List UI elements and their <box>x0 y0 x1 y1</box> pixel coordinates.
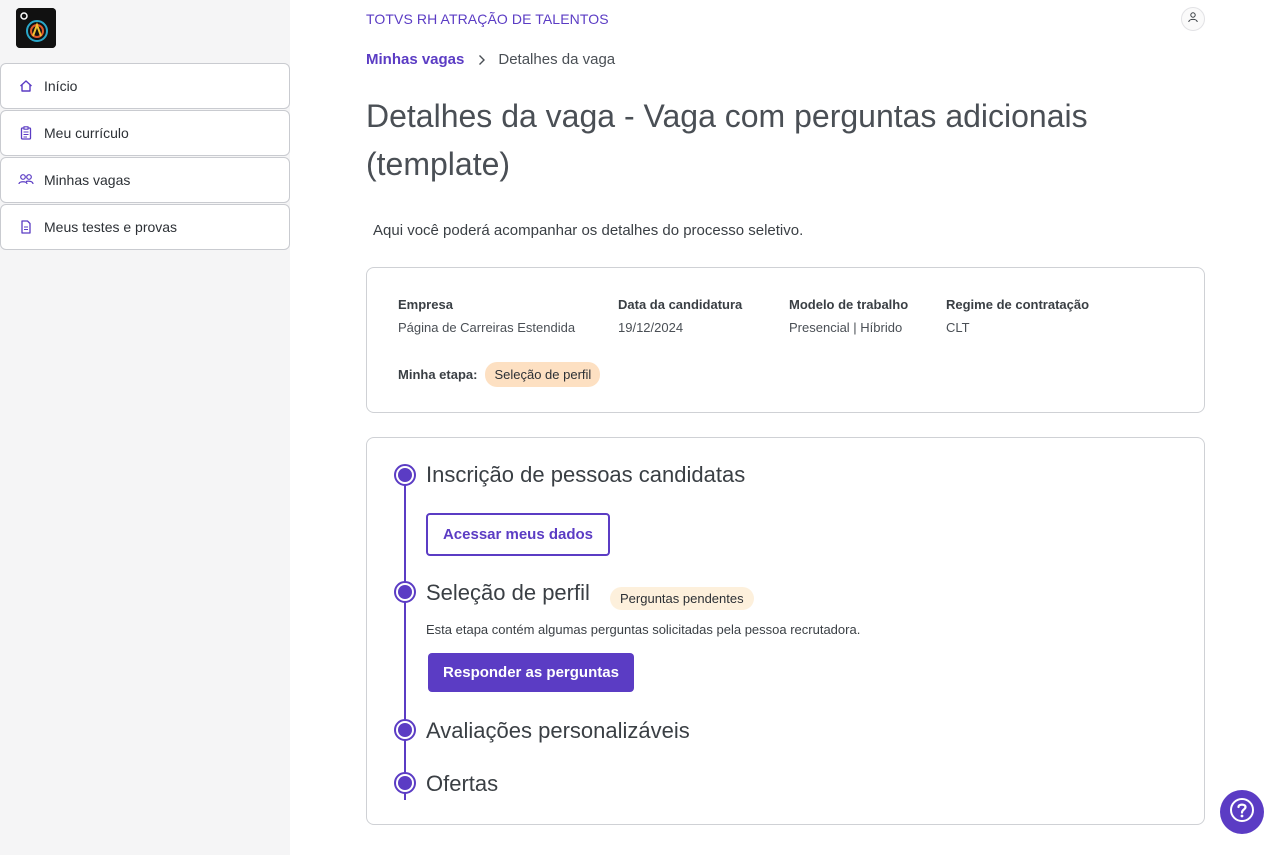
info-field-modelo-trabalho: Modelo de trabalho Presencial | Híbrido <box>789 297 908 335</box>
timeline-dot <box>394 719 416 741</box>
info-field-regime-contratacao: Regime de contratação CLT <box>946 297 1089 335</box>
sidebar-item-minhas-vagas[interactable]: Minhas vagas <box>0 157 290 203</box>
step-title-ofertas: Ofertas <box>426 771 499 796</box>
page-subtitle: Aqui você poderá acompanhar os detalhes … <box>373 222 804 239</box>
info-field-data-candidatura: Data da candidatura 19/12/2024 <box>618 297 742 335</box>
step-title-inscricao: Inscrição de pessoas candidatas <box>426 462 746 487</box>
timeline-dot <box>394 772 416 794</box>
user-icon <box>1187 10 1199 28</box>
process-timeline: Inscrição de pessoas candidatas Acessar … <box>366 437 1205 825</box>
step-title-selecao: Seleção de perfil <box>426 580 590 605</box>
job-info-card: Empresa Página de Carreiras Estendida Da… <box>366 267 1205 413</box>
document-icon <box>18 219 34 235</box>
timeline-dot <box>394 464 416 486</box>
clipboard-icon <box>18 125 34 141</box>
info-value: Presencial | Híbrido <box>789 320 903 335</box>
info-label: Empresa <box>398 297 453 312</box>
breadcrumb: Minhas vagas Detalhes da vaga <box>366 51 615 68</box>
info-value: Página de Carreiras Estendida <box>398 320 576 335</box>
timeline-dot <box>394 581 416 603</box>
sidebar-item-inicio[interactable]: Início <box>0 63 290 109</box>
help-icon <box>1229 797 1255 828</box>
info-label: Modelo de trabalho <box>789 297 909 312</box>
sidebar-item-meu-curriculo[interactable]: Meu currículo <box>0 110 290 156</box>
pending-questions-badge: Perguntas pendentes <box>610 587 754 610</box>
app-brand: TOTVS RH ATRAÇÃO DE TALENTOS <box>366 11 609 27</box>
page-title: Detalhes da vaga - Vaga com perguntas ad… <box>366 98 1088 182</box>
answer-questions-button[interactable]: Responder as perguntas <box>428 653 634 692</box>
breadcrumb-current: Detalhes da vaga <box>498 51 616 68</box>
users-icon <box>18 172 34 188</box>
sidebar-nav: Início Meu currículo Minhas vagas Meus t… <box>0 63 290 251</box>
home-icon <box>18 78 34 94</box>
app-logo[interactable] <box>16 8 56 48</box>
current-stage-badge: Seleção de perfil <box>485 362 601 387</box>
sidebar-item-label: Início <box>44 78 78 94</box>
chevron-right-icon <box>478 54 486 66</box>
user-avatar[interactable] <box>1181 7 1205 31</box>
timeline-line <box>404 475 406 800</box>
info-value: 19/12/2024 <box>618 320 684 335</box>
current-stage-row: Minha etapa: Seleção de perfil <box>398 362 601 387</box>
info-field-empresa: Empresa Página de Carreiras Estendida <box>398 297 575 335</box>
sidebar-item-label: Minhas vagas <box>44 172 131 188</box>
info-label: Data da candidatura <box>618 297 743 312</box>
step-description: Esta etapa contém algumas perguntas soli… <box>426 622 861 637</box>
info-value: CLT <box>946 320 970 335</box>
info-label: Regime de contratação <box>946 297 1090 312</box>
step-title-avaliacoes: Avaliações personalizáveis <box>426 718 690 743</box>
help-button[interactable] <box>1220 790 1264 834</box>
breadcrumb-link-minhas-vagas[interactable]: Minhas vagas <box>366 51 464 68</box>
sidebar: Início Meu currículo Minhas vagas Meus t… <box>0 0 290 855</box>
sidebar-item-meus-testes[interactable]: Meus testes e provas <box>0 204 290 250</box>
sidebar-item-label: Meu currículo <box>44 125 129 141</box>
access-my-data-button[interactable]: Acessar meus dados <box>426 513 610 556</box>
current-stage-label: Minha etapa: <box>398 367 478 382</box>
sidebar-item-label: Meus testes e provas <box>44 219 178 235</box>
